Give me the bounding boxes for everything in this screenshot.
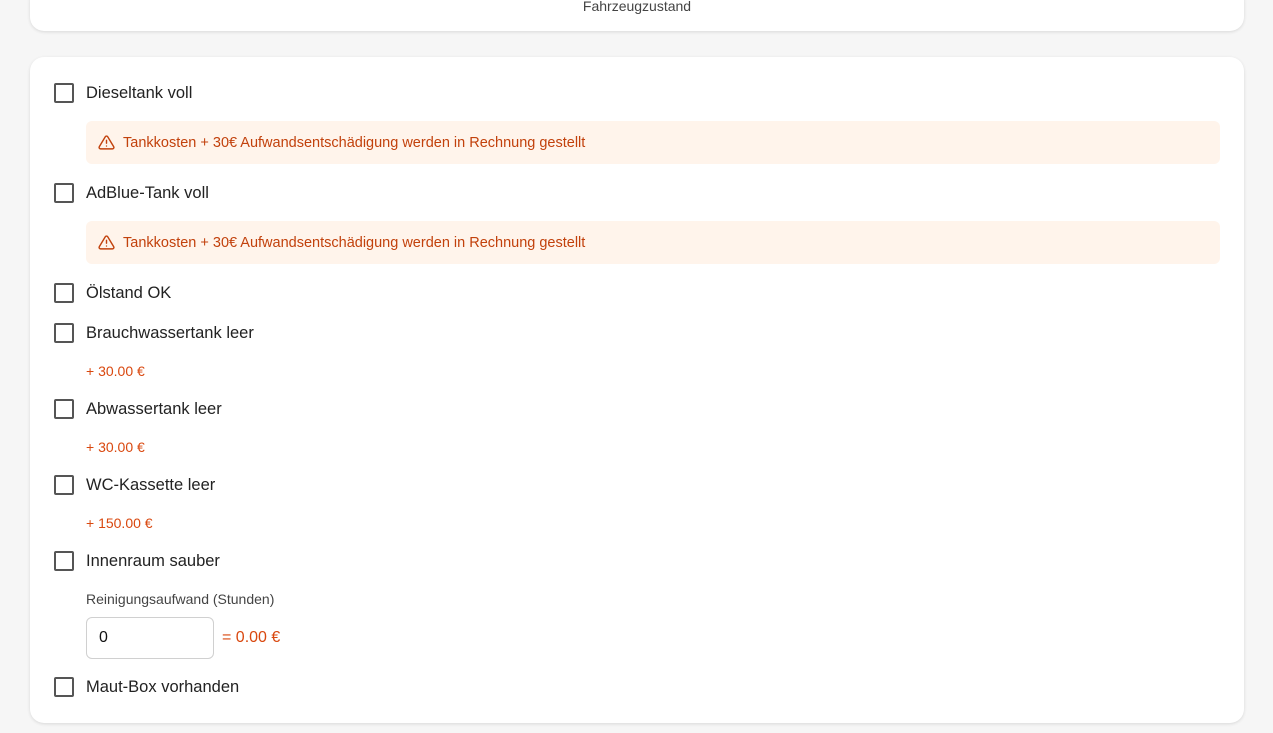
checkbox-label-freshwater: Brauchwassertank leer xyxy=(86,323,254,342)
fee-wc: + 150.00 € xyxy=(86,515,153,531)
checkbox-row-wc[interactable]: WC-Kassette leer xyxy=(54,475,215,495)
warning-triangle-icon xyxy=(98,135,115,150)
warning-triangle-icon xyxy=(98,235,115,250)
checkbox-label-wc: WC-Kassette leer xyxy=(86,475,216,494)
checkbox-wc[interactable] xyxy=(54,475,74,495)
checkbox-oil[interactable] xyxy=(54,283,74,303)
checkbox-adblue[interactable] xyxy=(54,183,74,203)
checkbox-row-wastewater[interactable]: Abwassertank leer xyxy=(54,399,222,419)
checkbox-diesel[interactable] xyxy=(54,83,74,103)
warning-text-adblue: Tankkosten + 30€ Aufwandsentschädigung w… xyxy=(123,234,586,251)
section-title: Fahrzeugzustand xyxy=(582,0,692,14)
checkbox-wastewater[interactable] xyxy=(54,399,74,419)
checkbox-toll-box[interactable] xyxy=(54,677,74,697)
vehicle-condition-card: Dieseltank voll Tankkosten + 30€ Aufwand… xyxy=(30,57,1244,723)
cleaning-hours-label: Reinigungsaufwand (Stunden) xyxy=(86,591,275,607)
fee-wastewater: + 30.00 € xyxy=(86,439,145,455)
section-header-card: Fahrzeugzustand xyxy=(30,0,1244,31)
cleaning-cost-result: = 0.00 € xyxy=(222,629,281,646)
checkbox-interior[interactable] xyxy=(54,551,74,571)
fee-freshwater: + 30.00 € xyxy=(86,363,145,379)
checkbox-row-oil[interactable]: Ölstand OK xyxy=(54,283,171,303)
checkbox-label-toll-box: Maut-Box vorhanden xyxy=(86,677,240,696)
warning-banner-diesel: Tankkosten + 30€ Aufwandsentschädigung w… xyxy=(86,121,1220,164)
warning-banner-adblue: Tankkosten + 30€ Aufwandsentschädigung w… xyxy=(86,221,1220,264)
checkbox-label-oil: Ölstand OK xyxy=(86,283,172,302)
checkbox-freshwater[interactable] xyxy=(54,323,74,343)
checkbox-row-interior[interactable]: Innenraum sauber xyxy=(54,551,220,571)
checkbox-row-adblue[interactable]: AdBlue-Tank voll xyxy=(54,183,209,203)
checkbox-label-diesel: Dieseltank voll xyxy=(86,83,193,102)
cleaning-hours-input[interactable] xyxy=(86,617,214,659)
checkbox-row-diesel[interactable]: Dieseltank voll xyxy=(54,83,192,103)
warning-text-diesel: Tankkosten + 30€ Aufwandsentschädigung w… xyxy=(123,134,586,151)
checkbox-label-interior: Innenraum sauber xyxy=(86,551,220,570)
checkbox-row-freshwater[interactable]: Brauchwassertank leer xyxy=(54,323,254,343)
checkbox-row-toll-box[interactable]: Maut-Box vorhanden xyxy=(54,677,239,697)
checkbox-label-wastewater: Abwassertank leer xyxy=(86,399,222,418)
checkbox-label-adblue: AdBlue-Tank voll xyxy=(86,183,209,202)
